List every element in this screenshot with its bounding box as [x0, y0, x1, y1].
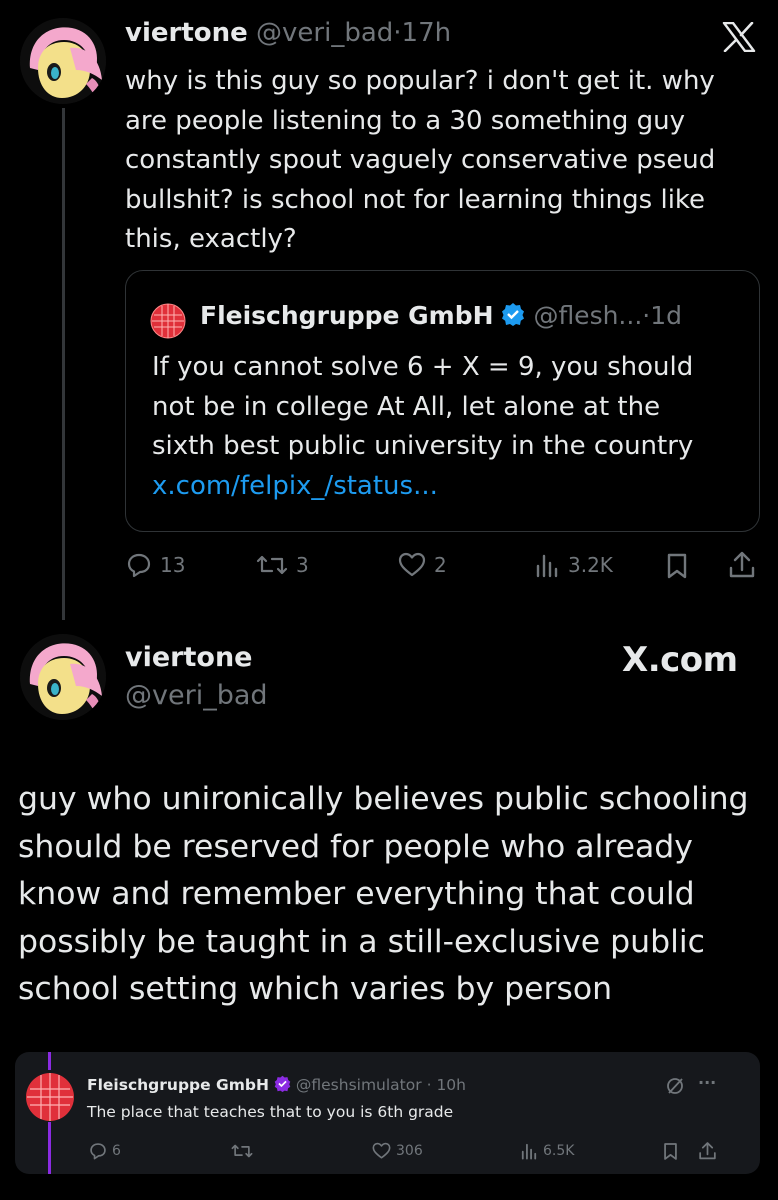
tweet2-text-line: should be reserved for people who alread…	[18, 828, 693, 865]
x-logo-icon[interactable]	[722, 21, 756, 56]
reply-icon	[89, 1142, 107, 1160]
grok-icon[interactable]	[665, 1076, 685, 1100]
quoted-text-line: sixth best public university in the coun…	[152, 431, 694, 461]
quoted-link[interactable]: x.com/felpix_/status...	[152, 467, 752, 507]
tweet1-header: viertone @veri_bad·17h	[125, 18, 451, 48]
quoted-timestamp[interactable]: 1d	[650, 301, 682, 330]
reply-reply-button[interactable]: 6	[89, 1142, 121, 1160]
tweet1-text-line: are people listening to a 30 something g…	[125, 105, 686, 136]
repost-icon	[231, 1142, 253, 1160]
reply-icon	[126, 552, 152, 578]
reply-views-button[interactable]: 6.5K	[520, 1142, 574, 1160]
tweet1-author-handle[interactable]: @veri_bad	[256, 18, 393, 48]
reply-like-count: 306	[396, 1143, 423, 1159]
thread-connector-line	[62, 108, 65, 620]
thread-line-top	[48, 1052, 51, 1070]
quoted-header: Fleischgruppe GmbH @flesh...·1d	[200, 301, 682, 332]
repost-count: 3	[296, 553, 309, 577]
tweet1-timestamp[interactable]: 17h	[402, 18, 452, 48]
reply-separator: ·	[426, 1076, 432, 1094]
share-icon	[698, 1141, 717, 1161]
tweet2-author-name[interactable]: viertone	[125, 642, 252, 673]
tweet2-text-line: possibly be taught in a still-exclusive …	[18, 923, 705, 960]
verified-badge-icon	[501, 302, 525, 332]
tweet1-text-line: bullshit? is school not for learning thi…	[125, 184, 706, 215]
avatar-viertone[interactable]	[20, 634, 106, 720]
reply-views-count: 6.5K	[543, 1143, 575, 1159]
avatar-viertone[interactable]	[20, 18, 106, 104]
tweet1-text-line: constantly spout vaguely conservative ps…	[125, 145, 716, 175]
quoted-author-handle[interactable]: @flesh...	[533, 301, 642, 330]
bookmark-button[interactable]	[666, 552, 688, 580]
quoted-author-name[interactable]: Fleischgruppe GmbH	[200, 301, 494, 330]
repost-button[interactable]: 3	[256, 552, 309, 578]
like-count: 2	[434, 553, 447, 577]
views-icon	[534, 552, 560, 578]
bookmark-icon	[663, 1142, 678, 1161]
like-button[interactable]: 2	[398, 552, 447, 578]
reply-button[interactable]: 13	[126, 552, 185, 578]
reply-like-button[interactable]: 306	[372, 1142, 423, 1160]
views-icon	[520, 1142, 538, 1160]
quoted-text: If you cannot solve 6 + X = 9, you shoul…	[152, 348, 752, 506]
reply-repost-button[interactable]	[231, 1142, 253, 1160]
verified-badge-icon	[274, 1075, 291, 1096]
views-count: 3.2K	[568, 553, 613, 577]
tweet1-text-line: this, exactly?	[125, 224, 297, 254]
tweet1-separator: ·	[393, 18, 402, 48]
bookmark-icon	[666, 552, 688, 580]
quoted-tweet-card[interactable]: Fleischgruppe GmbH @flesh...·1d If you c…	[125, 270, 760, 532]
tweet1-text: why is this guy so popular? i don't get …	[125, 62, 765, 260]
reply-text: The place that teaches that to you is 6t…	[87, 1103, 454, 1121]
reply-bookmark-button[interactable]	[663, 1142, 678, 1161]
tweet2-text-line: school setting which varies by person	[18, 971, 613, 1007]
like-icon	[398, 552, 426, 578]
tweet2-text-line: know and remember everything that could	[18, 876, 695, 912]
reply-reply-count: 6	[112, 1143, 121, 1159]
thread-line-bottom	[48, 1122, 51, 1174]
reply-header: Fleischgruppe GmbH @fleshsimulator · 10h	[87, 1075, 466, 1096]
quoted-text-line: If you cannot solve 6 + X = 9, you shoul…	[152, 352, 694, 382]
tweet2-author-handle[interactable]: @veri_bad	[125, 680, 268, 711]
reply-author-handle[interactable]: @fleshsimulator	[296, 1076, 422, 1094]
more-icon[interactable]: ···	[698, 1073, 716, 1092]
tweet2-text-line: guy who unironically believes public sch…	[18, 781, 749, 817]
reply-count: 13	[160, 553, 186, 577]
tweet1-author-name[interactable]: viertone	[125, 18, 248, 48]
embedded-reply-card[interactable]: Fleischgruppe GmbH @fleshsimulator · 10h…	[15, 1052, 760, 1174]
quoted-text-line: not be in college At All, let alone at t…	[152, 391, 661, 422]
views-button[interactable]: 3.2K	[534, 552, 613, 578]
tweet1-text-line: why is this guy so popular? i don't get …	[125, 66, 715, 96]
share-button[interactable]	[728, 550, 756, 580]
quoted-avatar[interactable]	[150, 303, 186, 339]
reply-author-name[interactable]: Fleischgruppe GmbH	[87, 1076, 269, 1094]
share-icon	[728, 550, 756, 580]
repost-icon	[256, 552, 288, 578]
reply-avatar[interactable]	[25, 1072, 75, 1122]
x-com-brand: X.com	[622, 640, 738, 680]
reply-share-button[interactable]	[698, 1141, 717, 1161]
tweet2-text: guy who unironically believes public sch…	[18, 776, 768, 1014]
like-icon	[372, 1142, 391, 1160]
reply-timestamp[interactable]: 10h	[436, 1076, 466, 1094]
